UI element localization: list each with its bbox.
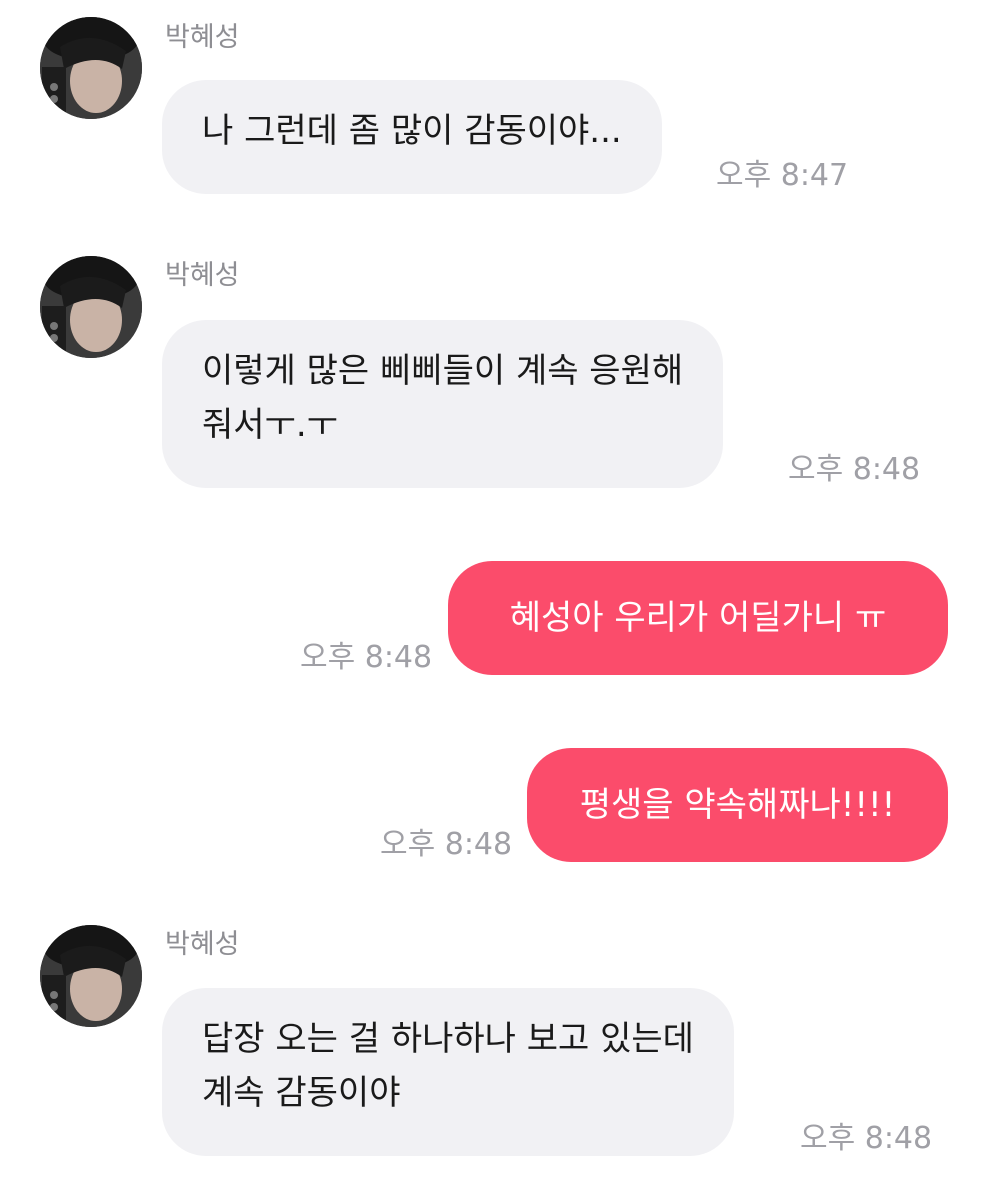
incoming-message-bubble[interactable]: 나 그런데 좀 많이 감동이야... xyxy=(162,80,662,194)
avatar[interactable] xyxy=(40,925,142,1027)
outgoing-message-bubble[interactable]: 평생을 약속해짜나!!!! xyxy=(527,748,948,862)
incoming-message-bubble[interactable]: 이렇게 많은 삐삐들이 계속 응원해 줘서ㅜ.ㅜ xyxy=(162,320,724,488)
profile-photo-icon xyxy=(40,925,142,1027)
avatar[interactable] xyxy=(40,256,142,358)
sender-name: 박혜성 xyxy=(165,22,240,53)
message-timestamp: 오후 8:47 xyxy=(716,158,849,193)
outgoing-message-bubble[interactable]: 혜성아 우리가 어딜가니 ㅠ xyxy=(448,561,948,675)
message-timestamp: 오후 8:48 xyxy=(788,452,921,487)
incoming-message-bubble[interactable]: 답장 오는 걸 하나하나 보고 있는데 계속 감동이야 xyxy=(162,988,734,1156)
sender-name: 박혜성 xyxy=(165,929,240,960)
message-timestamp: 오후 8:48 xyxy=(800,1121,933,1156)
sender-name: 박혜성 xyxy=(165,260,240,291)
profile-photo-icon xyxy=(40,256,142,358)
message-timestamp: 오후 8:48 xyxy=(380,827,513,862)
message-timestamp: 오후 8:48 xyxy=(300,640,433,675)
profile-photo-icon xyxy=(40,17,142,119)
avatar[interactable] xyxy=(40,17,142,119)
